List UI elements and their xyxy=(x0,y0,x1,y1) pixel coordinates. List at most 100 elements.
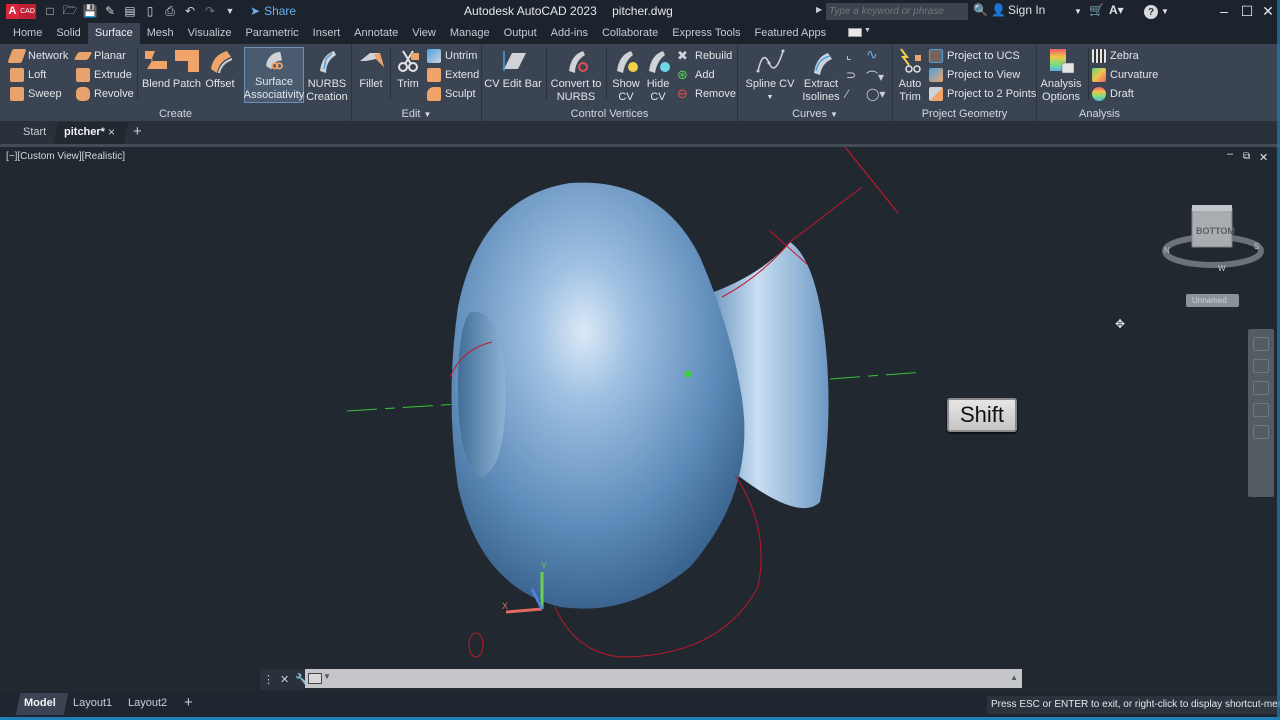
blend-button[interactable]: Blend xyxy=(142,47,170,91)
close-button[interactable]: ✕ xyxy=(1258,2,1278,20)
steering-wheel-icon[interactable] xyxy=(1253,337,1269,351)
save-as-icon[interactable]: ✎ xyxy=(102,3,118,19)
ucs-menu[interactable]: Unnamed xyxy=(1186,294,1239,307)
command-history-icon[interactable] xyxy=(308,673,322,684)
tab-visualize[interactable]: Visualize xyxy=(181,23,239,44)
untrim-button[interactable]: Untrim xyxy=(427,47,477,64)
tab-solid[interactable]: Solid xyxy=(49,23,87,44)
project-to-2-points-button[interactable]: Project to 2 Points xyxy=(929,85,1036,102)
file-tab-pitcher[interactable]: pitcher* xyxy=(64,126,105,138)
curve-on-surface-icon[interactable]: ⌞ xyxy=(846,48,852,62)
drawing-viewport[interactable]: [−][Custom View][Realistic] – ⧉ ✕ X Y ✥ … xyxy=(0,147,1280,690)
tab-manage[interactable]: Manage xyxy=(443,23,497,44)
help-dropdown-icon[interactable]: ▼ xyxy=(1161,7,1169,16)
add-layout-button[interactable]: + xyxy=(184,694,193,711)
pan-icon[interactable] xyxy=(1253,359,1269,373)
ribbon-minimize-icon[interactable] xyxy=(848,28,862,37)
tab-collaborate[interactable]: Collaborate xyxy=(595,23,665,44)
viewcube[interactable]: BOTTOM N S W xyxy=(1158,199,1268,279)
undo-icon[interactable]: ↶ xyxy=(182,3,198,19)
offset-button[interactable]: Offset xyxy=(204,47,236,91)
zebra-button[interactable]: Zebra xyxy=(1092,47,1139,64)
line-icon[interactable]: ∕ xyxy=(846,87,848,101)
maximize-button[interactable]: ☐ xyxy=(1237,2,1257,20)
search-expand-icon[interactable]: ▶ xyxy=(816,5,822,14)
sculpt-button[interactable]: Sculpt xyxy=(427,85,476,102)
new-tab-button[interactable]: + xyxy=(133,123,142,140)
share-button[interactable]: ➤ Share xyxy=(250,4,296,18)
command-input[interactable] xyxy=(305,669,1022,688)
close-command-line-icon[interactable]: ✕ xyxy=(280,673,289,686)
show-cv-button[interactable]: Show CV xyxy=(610,47,642,104)
search-icon[interactable]: 🔍 xyxy=(973,3,988,17)
loft-button[interactable]: Loft xyxy=(10,66,46,83)
open-web-icon[interactable]: ▤ xyxy=(122,3,138,19)
add-cv-button[interactable]: ⊛ Add xyxy=(677,66,715,83)
tab-parametric[interactable]: Parametric xyxy=(238,23,305,44)
tab-insert[interactable]: Insert xyxy=(306,23,348,44)
cv-edit-bar-button[interactable]: CV Edit Bar xyxy=(484,47,542,91)
viewcube-top[interactable] xyxy=(1192,205,1232,211)
minimize-button[interactable]: – xyxy=(1214,2,1234,20)
sign-in-dropdown-icon[interactable]: ▼ xyxy=(1074,7,1082,16)
panel-title-edit[interactable]: Edit ▼ xyxy=(352,108,481,120)
center-grip[interactable] xyxy=(684,370,692,378)
new-icon[interactable]: □ xyxy=(42,3,58,19)
arc-icon[interactable]: ⌒▾ xyxy=(866,68,884,85)
zoom-icon[interactable] xyxy=(1253,381,1269,395)
save-web-icon[interactable]: ▯ xyxy=(142,3,158,19)
tab-annotate[interactable]: Annotate xyxy=(347,23,405,44)
nurbs-creation-button[interactable]: NURBS Creation xyxy=(306,47,348,104)
layout-tab-model[interactable]: Model xyxy=(24,697,56,709)
orbit-icon[interactable] xyxy=(1253,403,1269,417)
remove-cv-button[interactable]: ⊖ Remove xyxy=(677,85,736,102)
freeform-curve-icon[interactable]: ∿ xyxy=(866,46,878,63)
app-menu-button[interactable]: A CAD xyxy=(6,4,36,19)
trim-button[interactable]: Trim xyxy=(394,47,422,91)
showmotion-icon[interactable] xyxy=(1253,425,1269,439)
panel-title-create[interactable]: Create xyxy=(0,108,351,120)
command-expand-icon[interactable]: ▲ xyxy=(1010,673,1018,682)
open-icon[interactable]: 🗁 xyxy=(62,3,78,19)
command-history-dropdown-icon[interactable]: ▼ xyxy=(323,672,331,681)
tab-featured-apps[interactable]: Featured Apps xyxy=(748,23,834,44)
save-icon[interactable]: 💾 xyxy=(82,3,98,19)
rebuild-button[interactable]: ✖ Rebuild xyxy=(677,47,732,64)
project-to-ucs-button[interactable]: Project to UCS xyxy=(929,47,1020,64)
spline-cv-button[interactable]: Spline CV ▼ xyxy=(744,47,796,104)
layout-tab-layout2[interactable]: Layout2 xyxy=(128,697,167,709)
polyline-icon[interactable]: ⊃ xyxy=(846,68,856,82)
search-input[interactable] xyxy=(826,3,968,20)
customize-icon[interactable]: ▼ xyxy=(222,3,238,19)
extract-isolines-button[interactable]: Extract Isolines xyxy=(800,47,842,104)
tab-output[interactable]: Output xyxy=(497,23,544,44)
patch-button[interactable]: Patch xyxy=(172,47,202,91)
panel-title-curves[interactable]: Curves ▼ xyxy=(738,108,892,120)
cart-icon[interactable]: 🛒 xyxy=(1089,3,1104,17)
plot-icon[interactable]: ⎙ xyxy=(162,3,178,19)
redo-icon[interactable]: ↷ xyxy=(202,3,218,19)
layout-tab-layout1[interactable]: Layout1 xyxy=(73,697,112,709)
circle-icon[interactable]: ◯▾ xyxy=(866,87,885,101)
spline-cv-dropdown-icon[interactable]: ▼ xyxy=(767,91,774,104)
analysis-options-button[interactable]: Analysis Options xyxy=(1039,47,1083,104)
revolve-button[interactable]: Revolve xyxy=(76,85,134,102)
tab-express-tools[interactable]: Express Tools xyxy=(665,23,747,44)
auto-trim-button[interactable]: Auto Trim xyxy=(895,47,925,104)
draft-button[interactable]: Draft xyxy=(1092,85,1134,102)
hide-cv-button[interactable]: Hide CV xyxy=(642,47,674,104)
convert-to-nurbs-button[interactable]: Convert to NURBS xyxy=(550,47,602,104)
sweep-button[interactable]: Sweep xyxy=(10,85,62,102)
ribbon-minimize-dropdown-icon[interactable]: ▼ xyxy=(864,27,871,34)
project-to-view-button[interactable]: Project to View xyxy=(929,66,1020,83)
planar-button[interactable]: Planar xyxy=(73,47,126,64)
tab-add-ins[interactable]: Add-ins xyxy=(544,23,595,44)
sign-in-button[interactable]: Sign In xyxy=(1008,3,1045,17)
tab-view[interactable]: View xyxy=(405,23,443,44)
network-button[interactable]: Network xyxy=(7,47,68,64)
extend-button[interactable]: Extend xyxy=(427,66,479,83)
close-tab-icon[interactable]: × xyxy=(108,125,115,139)
extrude-button[interactable]: Extrude xyxy=(76,66,132,83)
drag-handle-icon[interactable]: ⋮ xyxy=(263,673,274,686)
file-tab-start[interactable]: Start xyxy=(23,126,46,138)
